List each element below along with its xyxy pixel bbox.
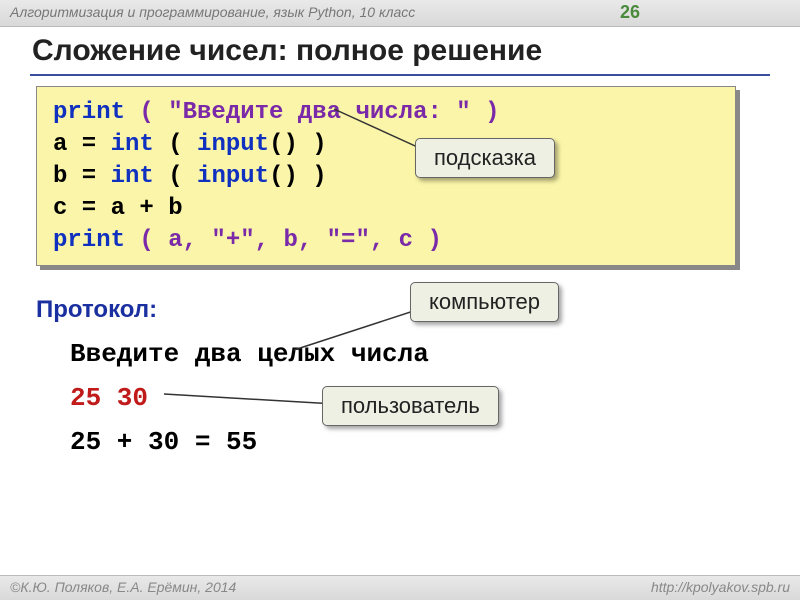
code-line-5: print ( a, "+", b, "=", c ) bbox=[53, 225, 719, 257]
kw-print: print bbox=[53, 227, 125, 254]
page-number: 26 bbox=[620, 2, 640, 23]
kw-int: int bbox=[111, 131, 154, 158]
callout-computer: компьютер bbox=[410, 282, 559, 322]
slide: Алгоритмизация и программирование, язык … bbox=[0, 0, 800, 600]
code-text: b = bbox=[53, 163, 111, 190]
title-underline bbox=[30, 74, 770, 76]
kw-input: input bbox=[197, 163, 269, 190]
code-text: () ) bbox=[269, 163, 327, 190]
footer-authors: ©К.Ю. Поляков, Е.А. Ерёмин, 2014 bbox=[10, 579, 236, 595]
course-label: Алгоритмизация и программирование, язык … bbox=[10, 4, 415, 20]
footer-bar: ©К.Ю. Поляков, Е.А. Ерёмин, 2014 http://… bbox=[0, 575, 800, 600]
code-text: a = bbox=[53, 131, 111, 158]
callout-user: пользователь bbox=[322, 386, 499, 426]
code-text: ( bbox=[154, 163, 197, 190]
authors-text: К.Ю. Поляков, Е.А. Ерёмин, 2014 bbox=[20, 579, 236, 595]
footer-url: http://kpolyakov.spb.ru bbox=[651, 579, 790, 595]
kw-int: int bbox=[111, 163, 154, 190]
kw-print: print bbox=[53, 99, 125, 126]
kw-input: input bbox=[197, 131, 269, 158]
code-text: ( a, "+", b, "=", c ) bbox=[125, 227, 442, 254]
code-line-3: b = int ( input() ) bbox=[53, 161, 719, 193]
callout-hint: подсказка bbox=[415, 138, 555, 178]
code-text: ( bbox=[154, 131, 197, 158]
code-text: () ) bbox=[269, 131, 327, 158]
protocol-label: Протокол: bbox=[36, 296, 157, 324]
code-text: ( "Введите два числа: " ) bbox=[125, 99, 499, 126]
callout-text: компьютер bbox=[429, 289, 540, 314]
slide-title: Сложение чисел: полное решение bbox=[32, 34, 542, 68]
callout-text: пользователь bbox=[341, 393, 480, 418]
header-bar: Алгоритмизация и программирование, язык … bbox=[0, 0, 800, 27]
callout-text: подсказка bbox=[434, 145, 536, 170]
code-line-4: c = a + b bbox=[53, 193, 719, 225]
protocol-line-3: 25 + 30 = 55 bbox=[70, 420, 429, 464]
connector-user bbox=[160, 388, 340, 408]
